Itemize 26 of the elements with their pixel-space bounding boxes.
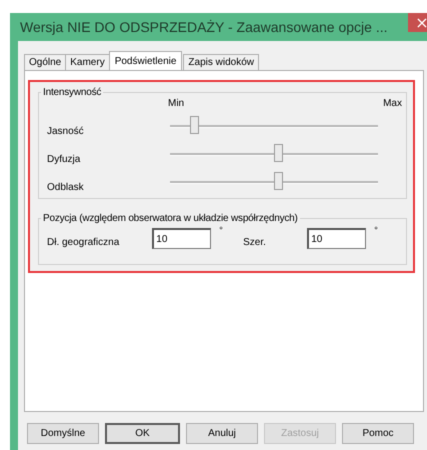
dialog-button[interactable]: Domyślne [27, 423, 99, 444]
slider-thumb[interactable] [274, 144, 283, 162]
input-field[interactable]: 10 [307, 228, 366, 249]
dialog-button[interactable]: Pomoc [342, 423, 414, 444]
min-label: Min [168, 98, 184, 111]
field-label: Szer. [243, 236, 267, 248]
slider-label: Jasność [47, 124, 85, 136]
slider-thumb[interactable] [274, 172, 283, 190]
tab[interactable]: Ogólne [24, 54, 66, 70]
slider-label: Odblask [47, 180, 85, 192]
tab[interactable]: Kamery [65, 54, 110, 70]
group-title: Pozycja (względem obserwatora w układzie współrzędnych) [42, 213, 299, 224]
tab[interactable]: Podświetlenie [108, 51, 182, 70]
tab[interactable]: Zapis widoków [183, 54, 260, 70]
max-label: Max [383, 98, 402, 111]
field-label: Dł. geograficzna [47, 236, 120, 248]
slider-label: Dyfuzja [47, 152, 82, 164]
input-field[interactable]: 10 [152, 228, 212, 249]
group-title: Intensywność [42, 87, 102, 98]
dialog-button[interactable]: Anuluj [186, 423, 258, 444]
close-button[interactable]: × [408, 13, 427, 32]
unit-label: ° [218, 225, 224, 235]
unit-label: ° [373, 225, 379, 235]
slider-thumb[interactable] [190, 116, 199, 134]
dialog-button[interactable]: OK [105, 423, 180, 444]
window-title: Wersja NIE DO ODSPRZEDAŻY - Zaawansowane opcje ... [20, 18, 388, 35]
